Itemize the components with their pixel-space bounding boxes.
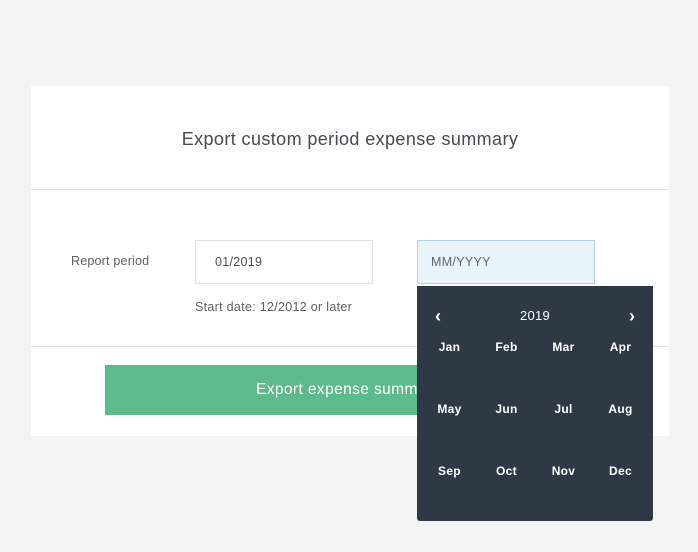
picker-year: 2019 [519,308,551,323]
month-nov[interactable]: Nov [535,460,592,522]
month-picker: ‹ 2019 › Jan Feb Mar Apr May Jun Jul Aug… [417,286,653,521]
month-jul[interactable]: Jul [535,398,592,460]
month-picker-header: ‹ 2019 › [417,306,653,326]
month-feb[interactable]: Feb [478,336,535,398]
dialog-title: Export custom period expense summary [31,86,669,190]
month-mar[interactable]: Mar [535,336,592,398]
start-date-input[interactable] [195,240,373,284]
month-jun[interactable]: Jun [478,398,535,460]
report-period-label: Report period [71,254,150,268]
month-apr[interactable]: Apr [592,336,649,398]
month-aug[interactable]: Aug [592,398,649,460]
month-grid: Jan Feb Mar Apr May Jun Jul Aug Sep Oct … [421,336,649,522]
start-date-hint: Start date: 12/2012 or later [195,300,353,314]
month-oct[interactable]: Oct [478,460,535,522]
month-dec[interactable]: Dec [592,460,649,522]
month-jan[interactable]: Jan [421,336,478,398]
month-may[interactable]: May [421,398,478,460]
month-sep[interactable]: Sep [421,460,478,522]
chevron-right-icon[interactable]: › [629,306,635,326]
end-date-input[interactable] [417,240,595,284]
